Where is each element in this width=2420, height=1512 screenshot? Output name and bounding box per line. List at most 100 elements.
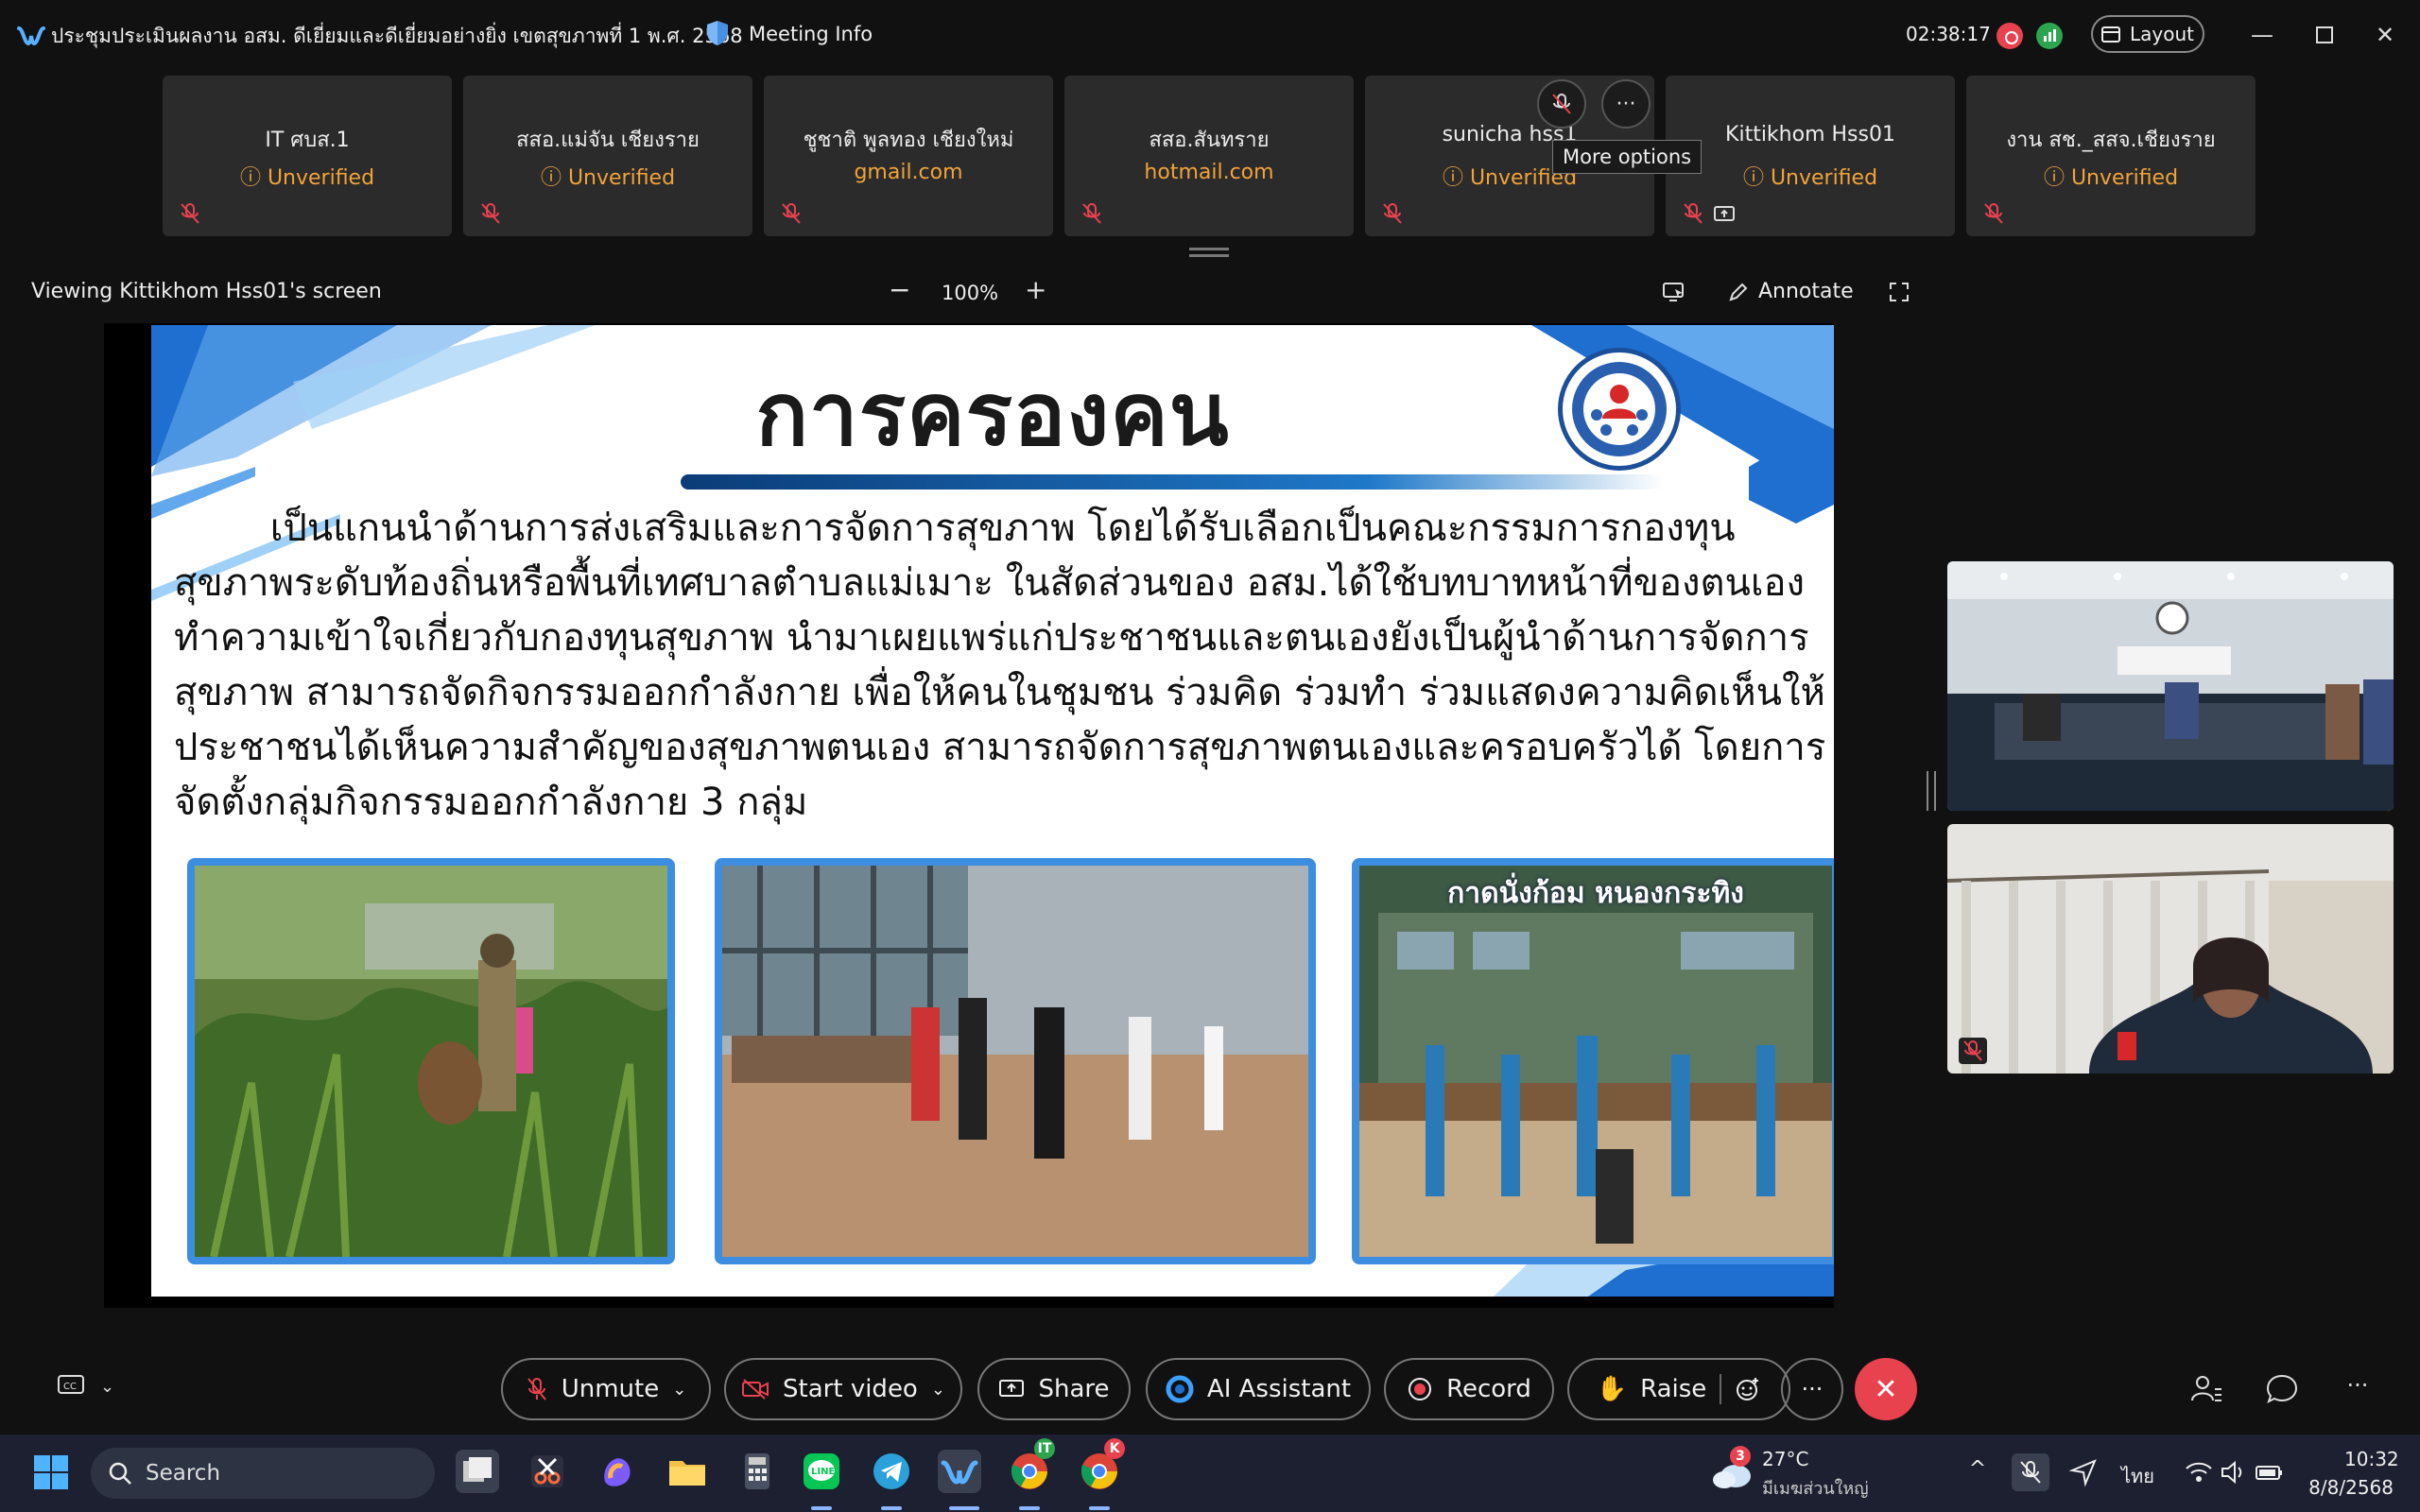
participant-name: สสอ.แม่จัน เชียงราย [516,129,700,152]
participant-tile[interactable]: IT ศบส.1 ⓘ Unverified [163,76,452,236]
raise-hand-button[interactable]: ✋ Raise [1567,1358,1790,1420]
leave-meeting-button[interactable]: ✕ [1855,1358,1917,1420]
shield-icon[interactable] [705,19,730,47]
layout-label: Layout [2130,23,2194,45]
close-icon: ✕ [1874,1372,1898,1406]
telegram-icon[interactable] [870,1450,913,1493]
clock-date[interactable]: 8/8/2568 [2307,1476,2394,1499]
muted-mic-icon [1984,203,2003,224]
zoom-out-icon[interactable]: − [889,274,910,305]
windows-taskbar: Search LINE IT K 3 27°C มีเมฆส่วนใหญ่ ^ … [0,1435,2420,1512]
chevron-down-icon: ⌄ [100,1376,115,1397]
ai-assistant-button[interactable]: AI Assistant [1146,1358,1371,1420]
muted-mic-icon [1383,203,1402,224]
minimize-icon[interactable]: — [2248,21,2276,49]
muted-mic-icon [1959,1038,1987,1064]
recording-indicator-icon[interactable] [1996,23,2023,49]
wifi-icon[interactable] [2184,1457,2214,1487]
copilot-icon[interactable] [596,1450,639,1493]
participant-tile[interactable]: Kittikhom Hss01 ⓘ Unverified [1666,76,1955,236]
input-language[interactable]: ไทย [2121,1461,2154,1491]
webex-logo-icon [17,26,45,46]
snipping-tool-icon[interactable] [526,1450,569,1493]
closed-caption-icon: CC [58,1375,84,1394]
muted-mic-icon [1082,203,1101,224]
chat-icon[interactable] [2265,1372,2299,1406]
layout-button[interactable]: Layout [2091,15,2204,53]
battery-icon[interactable] [2254,1457,2284,1487]
line-app-icon[interactable]: LINE [800,1450,843,1493]
resize-handle[interactable] [1189,248,1229,257]
participant-tile[interactable]: สสอ.สันทราย hotmail.com [1064,76,1354,236]
running-indicator [881,1506,902,1510]
maximize-icon[interactable] [2310,21,2339,49]
participant-status-text: Unverified [267,166,375,190]
meeting-info-link[interactable]: Meeting Info [749,23,873,45]
participants-icon[interactable] [2189,1372,2223,1406]
participant-tile[interactable]: ชูชาติ พูลทอง เชียงใหม่ gmail.com [764,76,1053,236]
participant-status: ⓘ Unverified [540,166,676,190]
meeting-timer: 02:38:17 [1906,23,1991,45]
unmute-button[interactable]: Unmute ⌄ [501,1358,711,1420]
screen-share-icon [1714,206,1735,221]
record-label: Record [1446,1375,1531,1403]
record-button[interactable]: Record [1384,1358,1554,1420]
video-participant[interactable] [1947,824,2394,1074]
volume-icon[interactable] [2218,1457,2248,1487]
more-options-button[interactable]: ··· [1601,79,1651,129]
meeting-title: ประชุมประเมินผลงาน อสม. ดีเยี่ยมและดีเยี… [51,25,743,47]
weather-condition: มีเมฆส่วนใหญ่ [1762,1479,1869,1499]
viewing-label: Viewing Kittikhom Hss01's screen [31,280,382,303]
fullscreen-icon[interactable] [1889,282,1910,302]
split-resize-handle[interactable] [1927,771,1936,811]
slide-text-line: สุขภาพ สามารถจัดกิจกรรมออกกำลังกาย เพื่อ… [174,671,1825,714]
photo-garden [187,858,675,1264]
windows-start-icon[interactable] [32,1453,70,1491]
location-icon[interactable] [2068,1457,2099,1487]
task-view-icon[interactable] [456,1450,499,1493]
participant-status-text: Unverified [567,166,676,190]
mic-muted-tray-icon[interactable] [2012,1453,2049,1491]
close-window-icon[interactable]: ✕ [2371,21,2399,49]
taskbar-search[interactable]: Search [91,1448,435,1499]
start-video-button[interactable]: Start video ⌄ [724,1358,962,1420]
chevron-down-icon[interactable]: ⌄ [672,1380,686,1400]
chevron-up-icon[interactable]: ^ [1962,1457,1993,1487]
more-dots-icon: ··· [1801,1376,1824,1402]
share-label: Share [1038,1375,1110,1403]
participant-status-text: Unverified [2070,166,2179,190]
mute-participant-button[interactable] [1537,79,1586,129]
webex-taskbar-icon[interactable] [938,1450,981,1493]
muted-mic-icon [481,203,500,224]
video-conference-room[interactable] [1947,561,2394,811]
more-dots-icon[interactable]: ··· [2341,1372,2375,1406]
slide-text-line: สุขภาพระดับท้องถิ่นหรือพื้นที่เทศบาลตำบล… [174,561,1806,605]
share-button[interactable]: Share [977,1358,1131,1420]
chevron-down-icon[interactable]: ⌄ [931,1380,945,1400]
slide-text-line: จัดตั้งกลุ่มกิจกรรมออกกำลังกาย 3 กลุ่ม [174,781,808,824]
search-icon [109,1462,131,1485]
running-indicator [1019,1506,1040,1510]
participant-tile[interactable]: งาน สช._สสจ.เชียงราย ⓘ Unverified [1966,76,2256,236]
request-control-icon[interactable] [1662,282,1686,302]
participant-tile[interactable]: สสอ.แม่จัน เชียงราย ⓘ Unverified [463,76,752,236]
participant-status: ⓘ Unverified [239,166,375,190]
network-quality-icon[interactable] [2036,23,2063,49]
muted-mic-icon [1552,94,1571,114]
hand-icon: ✋ [1596,1375,1628,1403]
photo-caption: กาดนั่งก้อม หนองกระทิง [1447,877,1744,910]
calculator-icon[interactable] [735,1450,779,1493]
annotate-button[interactable]: Annotate [1728,280,1854,303]
slide-text-line: ทำความเข้าใจเกี่ยวกับกองทุนสุขภาพ นำมาเผ… [174,616,1809,660]
ai-assistant-label: AI Assistant [1206,1375,1352,1403]
zoom-in-icon[interactable]: + [1025,274,1046,305]
file-explorer-icon[interactable] [666,1450,709,1493]
captions-button[interactable]: CC ⌄ [57,1374,114,1399]
slide: การครองคน เป็นแกนนำด้านการส่งเสริมและการ… [151,325,1834,1297]
shared-screen[interactable]: การครองคน เป็นแกนนำด้านการส่งเสริมและการ… [104,323,1834,1308]
participant-domain: hotmail.com [1144,161,1274,184]
annotate-label: Annotate [1758,280,1854,303]
clock-time[interactable]: 10:32 [2344,1448,2399,1470]
more-controls-button[interactable]: ··· [1781,1358,1843,1420]
reaction-icon[interactable] [1735,1376,1761,1402]
